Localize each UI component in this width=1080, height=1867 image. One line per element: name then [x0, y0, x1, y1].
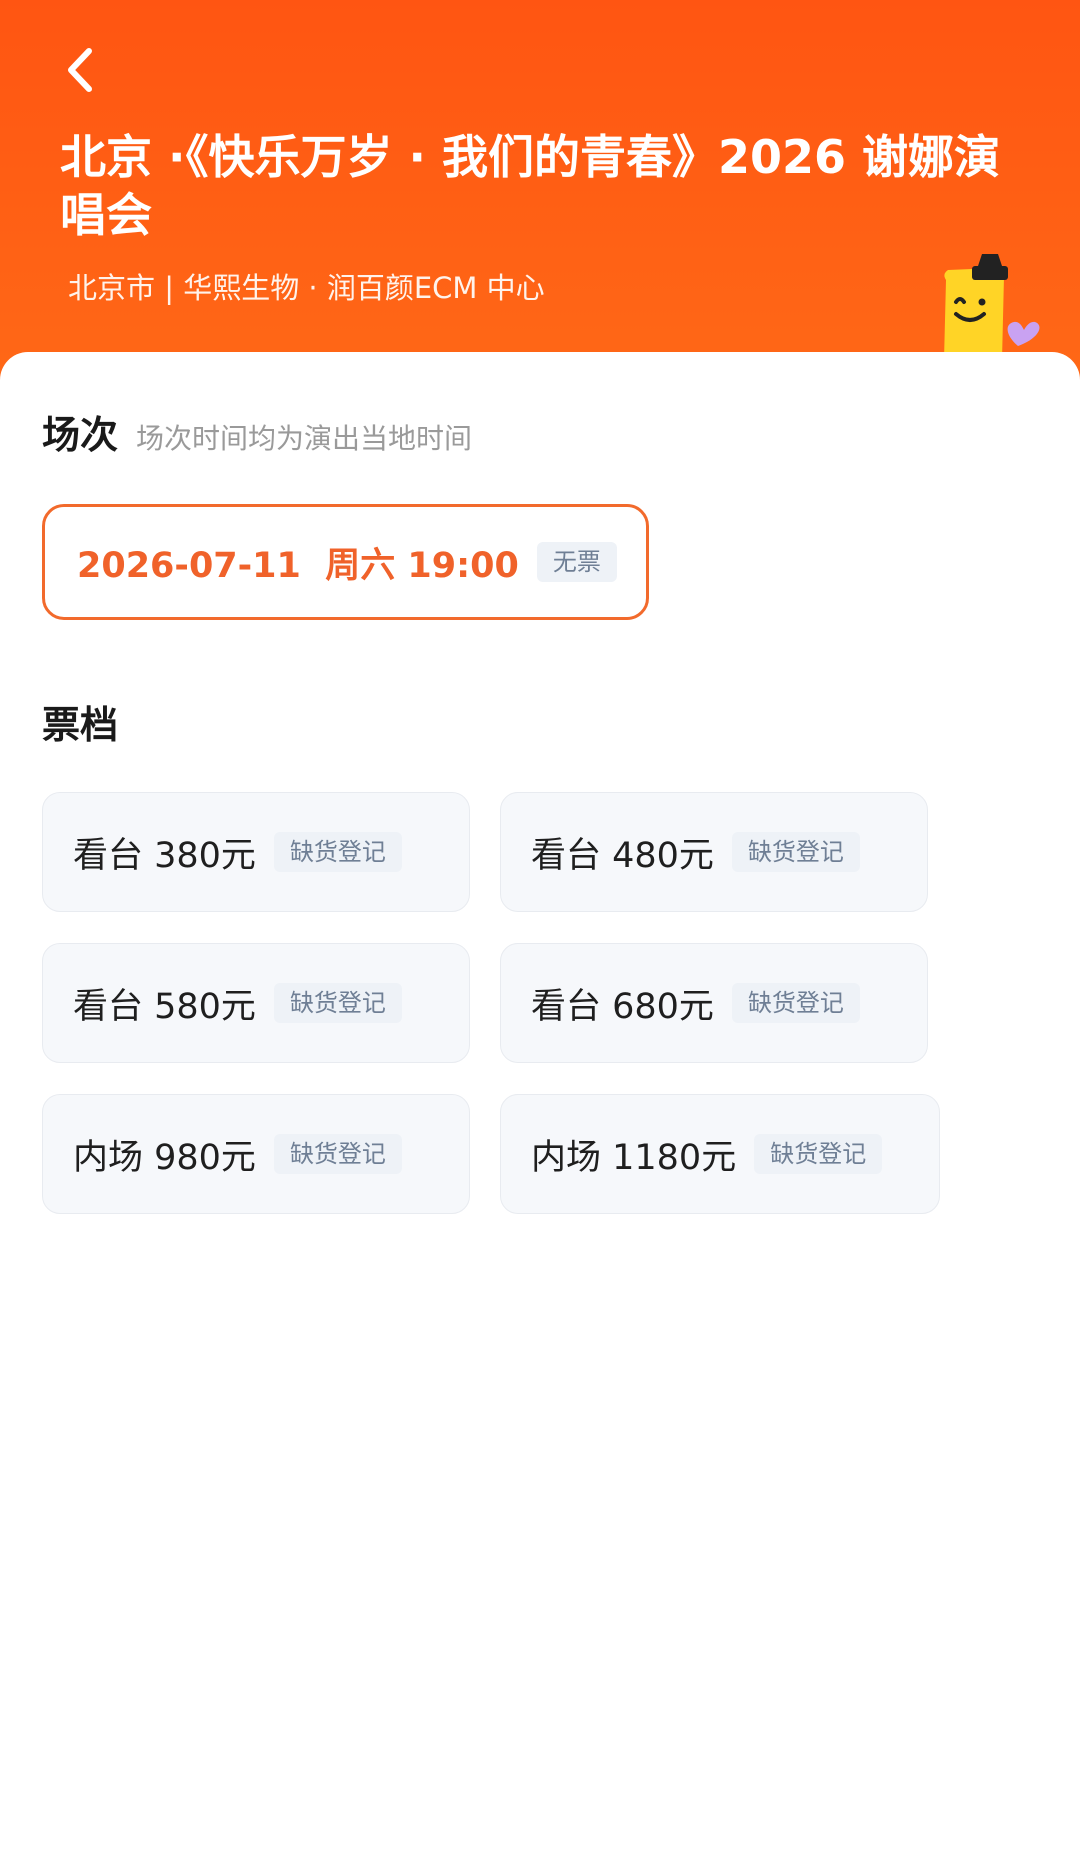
page-title: 北京 ·《快乐万岁 · 我们的青春》2026 谢娜演唱会 [60, 130, 1001, 242]
section-title-tiers: 票档 [42, 703, 119, 747]
restock-register-badge: 缺货登记 [731, 983, 860, 1023]
chevron-left-icon [68, 48, 92, 92]
tier-price-label: 看台 680元 [531, 986, 714, 1027]
tier-price-label: 内场 1180元 [531, 1137, 737, 1178]
ticket-tier-option[interactable]: 看台 480元 缺货登记 [500, 792, 928, 912]
tier-price-label: 看台 380元 [73, 835, 256, 876]
content-card: 场次 场次时间均为演出当地时间 2026-07-11 周六 19:00 无票 票… [0, 352, 1080, 1867]
section-title-session: 场次 [42, 413, 119, 457]
tier-section-header: 票档 [42, 694, 118, 749]
session-datetime: 2026-07-11 周六 19:00 [77, 545, 519, 586]
ticket-tier-option[interactable]: 内场 1180元 缺货登记 [500, 1094, 940, 1214]
restock-register-badge: 缺货登记 [273, 1134, 402, 1174]
restock-register-badge: 缺货登记 [731, 832, 860, 872]
session-option-selected[interactable]: 2026-07-11 周六 19:00 无票 [42, 504, 649, 620]
session-section-header: 场次 场次时间均为演出当地时间 [42, 404, 472, 459]
ticket-tier-option[interactable]: 看台 380元 缺货登记 [42, 792, 470, 912]
tier-price-label: 看台 480元 [531, 835, 714, 876]
tier-price-label: 看台 580元 [73, 986, 256, 1027]
ticket-tier-option[interactable]: 内场 980元 缺货登记 [42, 1094, 470, 1214]
venue-subtitle: 北京市 | 华熙生物 · 润百颜ECM 中心 [68, 271, 545, 305]
back-button[interactable] [50, 40, 110, 100]
tier-price-label: 内场 980元 [73, 1137, 256, 1178]
ticket-tier-option[interactable]: 看台 680元 缺货登记 [500, 943, 928, 1063]
status-badge: 无票 [536, 542, 617, 582]
mascot-illustration [944, 254, 1040, 360]
session-time-note: 场次时间均为演出当地时间 [136, 422, 473, 455]
ticket-tier-grid: 看台 380元 缺货登记 看台 480元 缺货登记 看台 580元 缺货登记 看… [42, 792, 1042, 1252]
restock-register-badge: 缺货登记 [754, 1134, 883, 1174]
ticket-tier-option[interactable]: 看台 580元 缺货登记 [42, 943, 470, 1063]
restock-register-badge: 缺货登记 [273, 983, 402, 1023]
restock-register-badge: 缺货登记 [273, 832, 402, 872]
